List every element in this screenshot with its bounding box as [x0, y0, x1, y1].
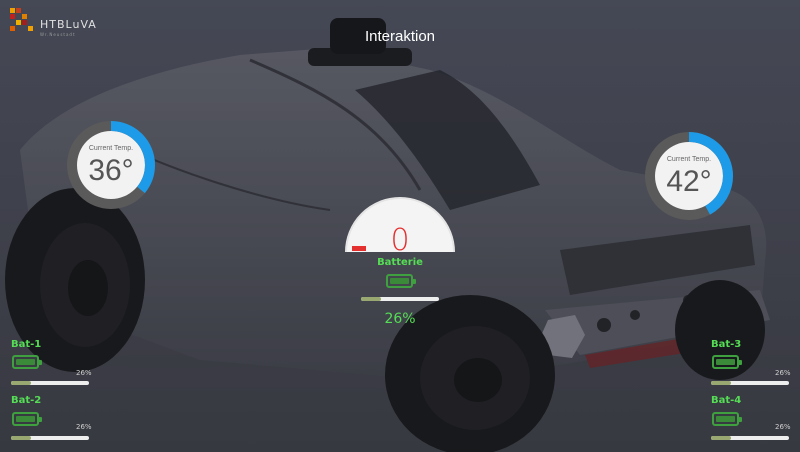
battery-2-icon — [12, 412, 42, 426]
battery-2-name: Bat-2 — [11, 395, 42, 406]
battery-3-name: Bat-3 — [711, 339, 742, 350]
battery-icon — [386, 274, 416, 288]
battery-1-icon — [12, 355, 42, 369]
battery-dial-value: 0 — [390, 223, 410, 258]
temperature-gauge-left: Current Temp. 36° — [66, 120, 156, 210]
battery-label: Batterie — [377, 257, 423, 268]
gauge-value: 36° — [88, 154, 134, 187]
temperature-gauge-right: Current Temp. 42° — [644, 131, 734, 221]
page-title: Interaktion — [364, 28, 436, 45]
battery-3-percent: 26% — [775, 369, 791, 377]
logo-subtext: Wr.Neustadt — [40, 32, 76, 37]
battery-percent: 26% — [384, 311, 416, 327]
battery-3-level-bar — [711, 381, 789, 385]
battery-4-icon — [712, 412, 742, 426]
logo-text: HTBLuVA — [40, 18, 97, 31]
battery-2-level-bar — [11, 436, 89, 440]
school-logo: HTBLuVA Wr.Neustadt — [10, 8, 100, 38]
battery-level-bar — [361, 297, 439, 301]
battery-1-name: Bat-1 — [11, 339, 42, 350]
gauge-label: Current Temp. — [666, 156, 712, 163]
battery-4-level-bar — [711, 436, 789, 440]
battery-1-level-bar — [11, 381, 89, 385]
battery-2-percent: 26% — [76, 423, 92, 431]
gauge-label: Current Temp. — [88, 145, 134, 152]
battery-4-percent: 26% — [775, 423, 791, 431]
battery-1-percent: 26% — [76, 369, 92, 377]
logo-mark-icon — [10, 8, 33, 31]
battery-4-name: Bat-4 — [711, 395, 742, 406]
gauge-value: 42° — [666, 165, 712, 198]
battery-3-icon — [712, 355, 742, 369]
battery-dial: 0 — [344, 196, 456, 258]
